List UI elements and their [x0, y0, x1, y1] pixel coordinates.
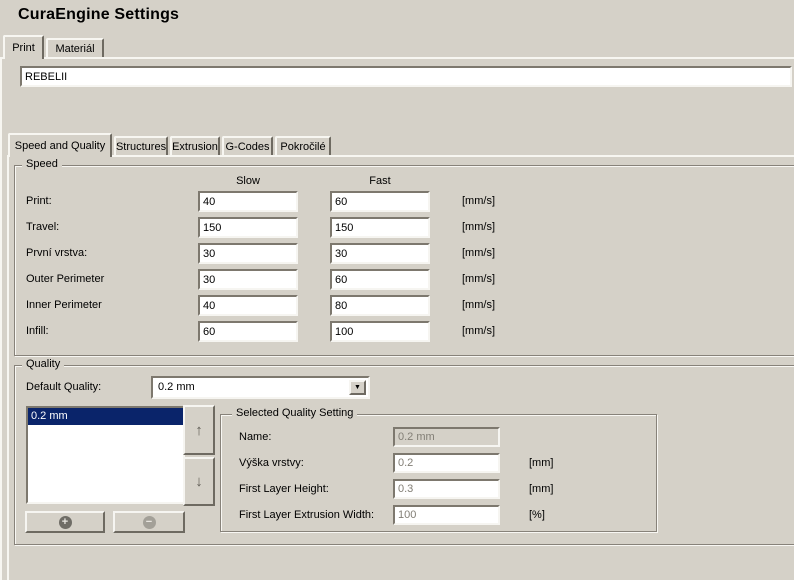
first-layer-height-field	[393, 479, 500, 499]
first-layer-extrusion-width-field	[393, 505, 500, 525]
column-header-slow: Slow	[198, 175, 298, 187]
quality-list-item[interactable]: 0.2 mm	[28, 408, 183, 425]
tab-material-label: Materiál	[55, 43, 94, 55]
page-title: CuraEngine Settings	[18, 6, 179, 24]
layer-height-field	[393, 453, 500, 473]
move-up-button[interactable]: ↑	[183, 405, 215, 455]
tab-g-codes[interactable]: G-Codes	[222, 136, 273, 155]
first-layer-extrusion-width-label: First Layer Extrusion Width:	[239, 509, 374, 521]
tab-extrusion[interactable]: Extrusion	[170, 136, 220, 155]
name-field	[393, 427, 500, 447]
tab-structures[interactable]: Structures	[114, 136, 168, 155]
layer-height-label: Výška vrstvy:	[239, 457, 304, 469]
tab-g-codes-label: G-Codes	[225, 141, 269, 153]
speed-row-label-print: Print:	[26, 195, 52, 207]
print-slow-input[interactable]	[198, 191, 298, 212]
tab-speed-and-quality-label: Speed and Quality	[15, 140, 106, 152]
tab-pokrocile[interactable]: Pokročilé	[275, 136, 331, 155]
move-down-button[interactable]: ↓	[183, 457, 215, 506]
outer-perimeter-fast-input[interactable]	[330, 269, 430, 290]
print-fast-input[interactable]	[330, 191, 430, 212]
quality-group-label: Quality	[22, 358, 64, 371]
inner-perimeter-unit: [mm/s]	[462, 299, 495, 311]
travel-unit: [mm/s]	[462, 221, 495, 233]
combobox-dropdown-button[interactable]: ▼	[349, 380, 366, 395]
outer-perimeter-unit: [mm/s]	[462, 273, 495, 285]
quality-listbox[interactable]: 0.2 mm	[26, 406, 185, 504]
column-header-fast: Fast	[330, 175, 430, 187]
speed-group-label: Speed	[22, 158, 62, 171]
tab-extrusion-label: Extrusion	[172, 141, 218, 153]
first-layer-unit: [mm/s]	[462, 247, 495, 259]
minus-icon: −	[143, 516, 156, 529]
speed-row-label-first-layer: První vrstva:	[26, 247, 87, 259]
tab-speed-and-quality[interactable]: Speed and Quality	[8, 133, 112, 157]
infill-slow-input[interactable]	[198, 321, 298, 342]
speed-row-label-outer-perimeter: Outer Perimeter	[26, 273, 104, 285]
tab-pokrocile-label: Pokročilé	[280, 141, 325, 153]
chevron-down-icon: ▼	[354, 384, 361, 391]
plus-icon: +	[59, 516, 72, 529]
speed-row-label-travel: Travel:	[26, 221, 59, 233]
selected-quality-setting-group-label: Selected Quality Setting	[232, 407, 357, 420]
first-layer-extrusion-width-unit: [%]	[529, 509, 545, 521]
outer-perimeter-slow-input[interactable]	[198, 269, 298, 290]
arrow-down-icon: ↓	[195, 473, 203, 490]
arrow-up-icon: ↑	[195, 422, 203, 439]
infill-unit: [mm/s]	[462, 325, 495, 337]
first-layer-fast-input[interactable]	[330, 243, 430, 264]
travel-fast-input[interactable]	[330, 217, 430, 238]
selected-quality-setting-group: Selected Quality Setting Name: Výška vrs…	[220, 414, 657, 532]
default-quality-combobox[interactable]: 0.2 mm ▼	[151, 376, 370, 399]
first-layer-height-label: First Layer Height:	[239, 483, 329, 495]
speed-row-label-inner-perimeter: Inner Perimeter	[26, 299, 102, 311]
layer-height-unit: [mm]	[529, 457, 553, 469]
profile-name-input[interactable]	[20, 66, 792, 87]
infill-fast-input[interactable]	[330, 321, 430, 342]
inner-perimeter-slow-input[interactable]	[198, 295, 298, 316]
tab-print-label: Print	[12, 42, 35, 54]
tab-material[interactable]: Materiál	[46, 38, 104, 57]
speed-row-label-infill: Infill:	[26, 325, 49, 337]
print-unit: [mm/s]	[462, 195, 495, 207]
tab-print[interactable]: Print	[3, 35, 44, 59]
add-quality-button[interactable]: +	[25, 511, 105, 533]
default-quality-value: 0.2 mm	[158, 380, 195, 395]
first-layer-slow-input[interactable]	[198, 243, 298, 264]
default-quality-label: Default Quality:	[26, 381, 101, 393]
name-label: Name:	[239, 431, 271, 443]
remove-quality-button[interactable]: −	[113, 511, 185, 533]
inner-perimeter-fast-input[interactable]	[330, 295, 430, 316]
tab-structures-label: Structures	[116, 141, 166, 153]
travel-slow-input[interactable]	[198, 217, 298, 238]
first-layer-height-unit: [mm]	[529, 483, 553, 495]
